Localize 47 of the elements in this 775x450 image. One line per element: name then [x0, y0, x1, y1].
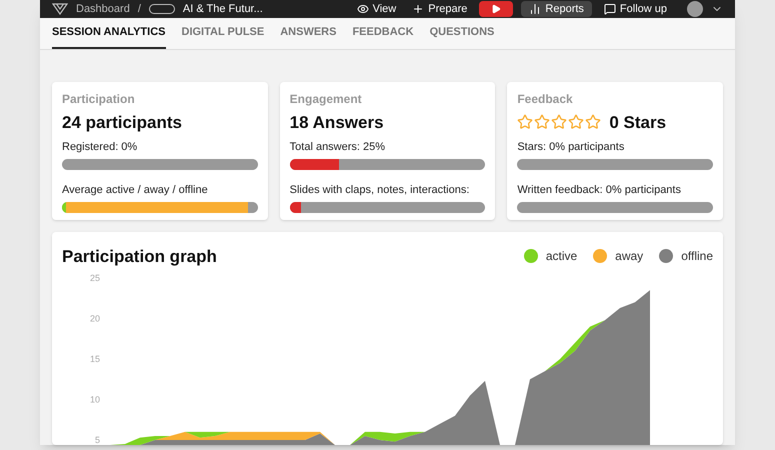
legend-label: offline	[681, 248, 713, 266]
y-tick-label: 10	[90, 394, 100, 404]
view-button[interactable]: View	[352, 1, 400, 17]
legend-label: away	[615, 248, 644, 266]
prepare-button[interactable]: Prepare	[408, 1, 472, 17]
live-button[interactable]	[479, 1, 514, 17]
y-tick-label: 15	[90, 354, 100, 364]
chart-icon	[529, 3, 542, 15]
star-icon[interactable]	[551, 114, 568, 130]
star-icon[interactable]	[585, 114, 602, 130]
legend-label: active	[546, 248, 578, 266]
meter-label: Total answers: 25%	[290, 140, 386, 155]
tab[interactable]: ANSWERS	[280, 18, 336, 48]
tab[interactable]: QUESTIONS	[430, 18, 494, 48]
meter-label: Slides with claps, notes, interactions:	[290, 183, 470, 198]
reports-button[interactable]: Reports	[521, 1, 592, 17]
card-headline: 24 participants	[62, 112, 182, 134]
tab[interactable]: FEEDBACK	[352, 18, 414, 48]
logo-icon	[52, 3, 68, 15]
avatar[interactable]	[687, 1, 703, 17]
chat-icon	[604, 3, 616, 15]
meter-label: Registered: 0%	[62, 140, 138, 155]
plus-icon	[412, 3, 424, 15]
graph-title: Participation graph	[62, 246, 217, 268]
breadcrumb-link[interactable]: Dashboard	[76, 0, 130, 18]
card-title: Feedback	[517, 90, 574, 108]
tab[interactable]: SESSION ANALYTICS	[52, 18, 166, 48]
card-headline: 0 Stars	[609, 112, 666, 134]
star-icon[interactable]	[568, 114, 584, 130]
tab[interactable]: DIGITAL PULSE	[182, 18, 264, 48]
play-icon	[491, 4, 502, 14]
meter-label: Average active / away / offline	[62, 183, 209, 198]
y-tick-label: 20	[90, 314, 100, 324]
session-tag	[148, 4, 175, 14]
y-tick-label: 5	[94, 435, 100, 445]
eye-icon	[356, 3, 369, 15]
star-icon[interactable]	[534, 114, 550, 130]
meter-label: Written feedback: 0% participants	[517, 183, 682, 198]
star-icon[interactable]	[517, 114, 534, 130]
card-title: Engagement	[290, 90, 363, 108]
card-headline: 18 Answers	[290, 112, 384, 134]
session-title[interactable]: AI & The Futur...	[182, 0, 263, 18]
y-tick-label: 25	[90, 273, 100, 283]
card-title: Participation	[62, 90, 136, 108]
follow-button[interactable]: Follow up	[600, 1, 671, 17]
breadcrumb-separator: /	[138, 2, 141, 17]
meter-label: Stars: 0% participants	[517, 140, 626, 155]
